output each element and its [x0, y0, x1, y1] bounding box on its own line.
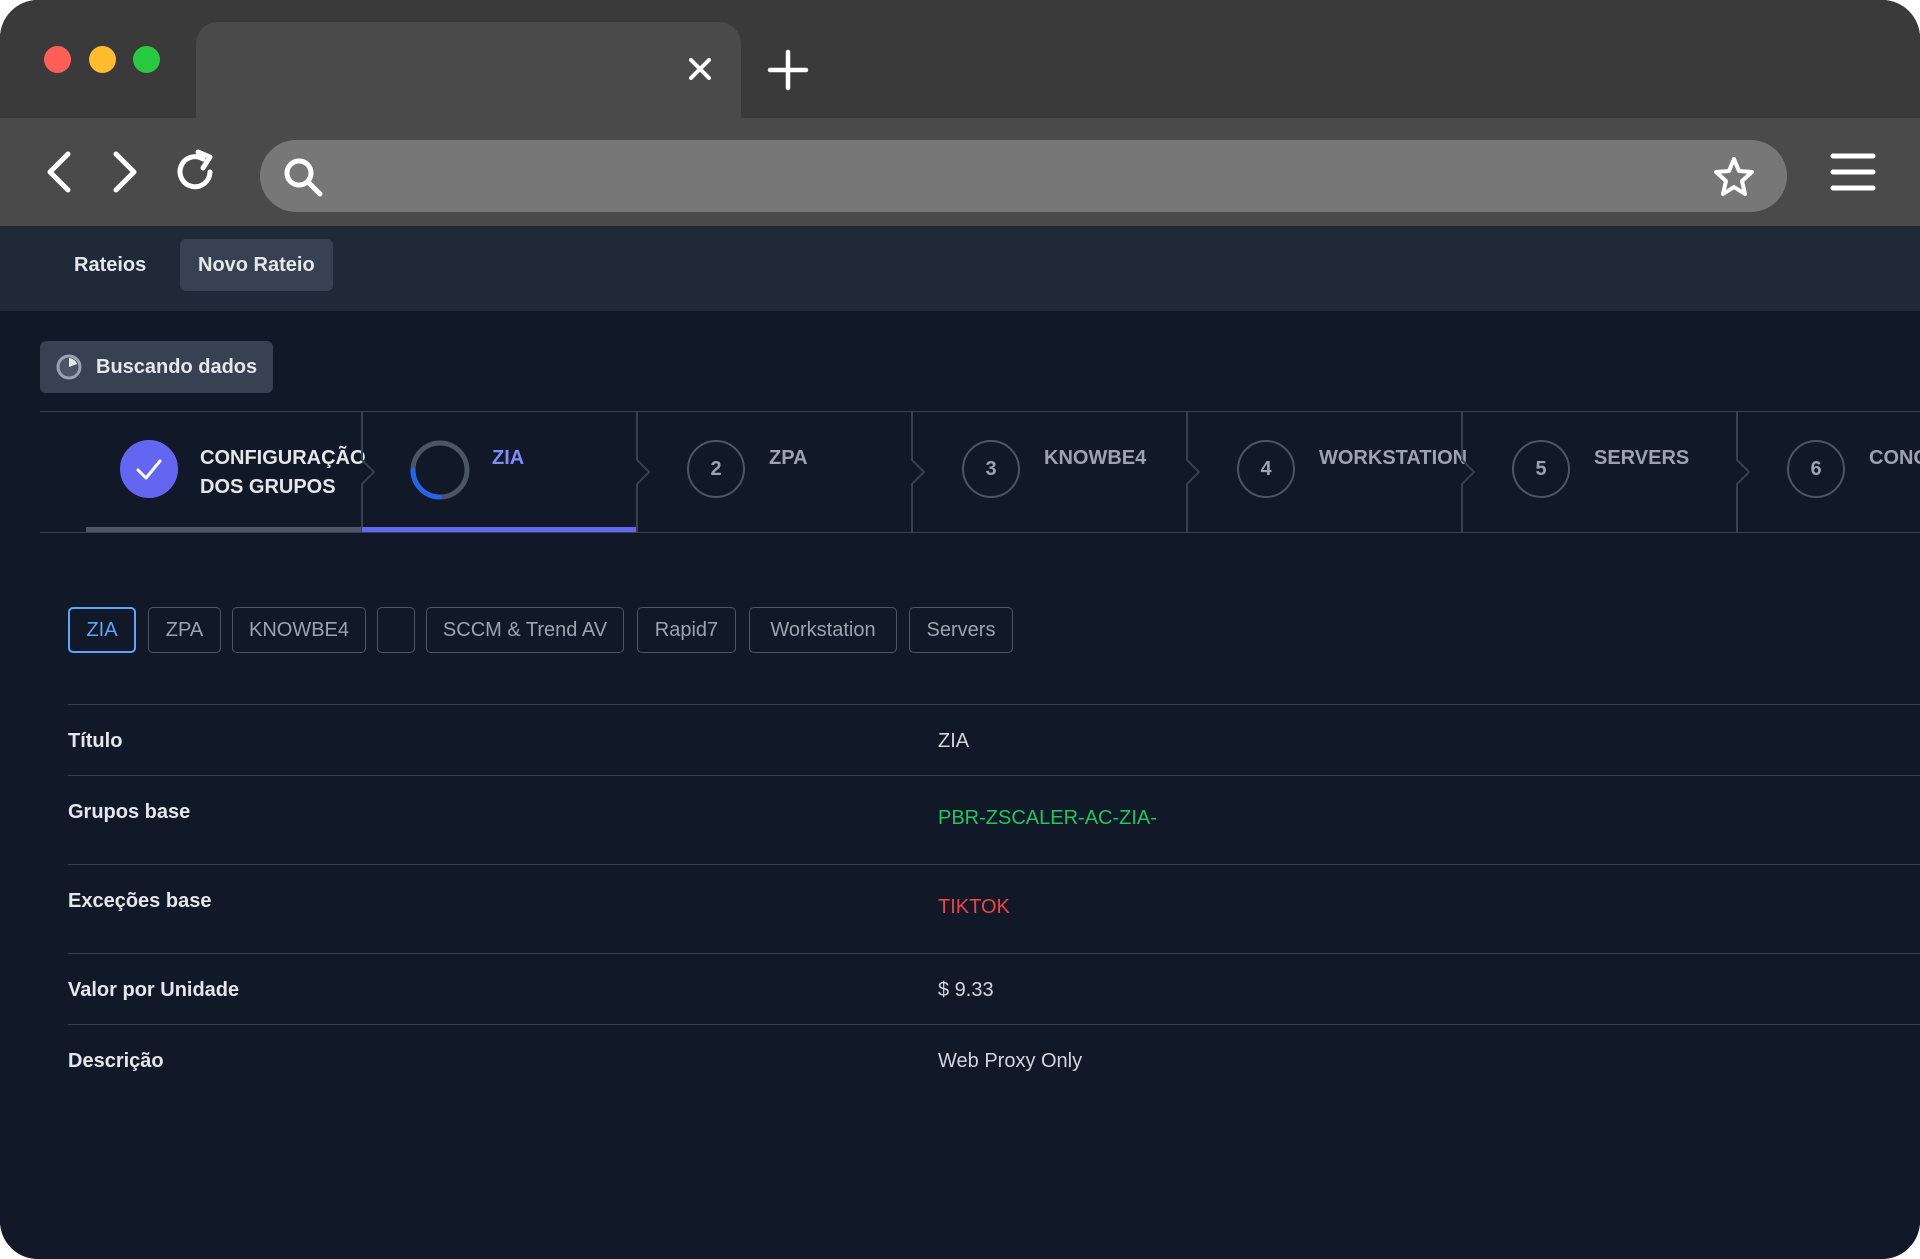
step-check-icon: [120, 440, 178, 498]
subtab-sccm-trend-av[interactable]: SCCM & Trend AV: [426, 607, 624, 653]
step-progress-bar: [362, 527, 637, 532]
minimize-window-button[interactable]: [89, 46, 116, 73]
close-tab-icon[interactable]: [685, 54, 715, 84]
step-zia[interactable]: ZIA: [362, 412, 637, 532]
detail-row-descricao: Descrição Web Proxy Only: [68, 1024, 1920, 1095]
detail-value-tag: PBR-ZSCALER-AC-ZIA-: [938, 807, 1157, 829]
detail-label: Grupos base: [68, 801, 191, 823]
app-navbar: Rateios Novo Rateio: [0, 226, 1920, 311]
nav-rateios[interactable]: Rateios: [56, 239, 164, 291]
step-conclusao[interactable]: 6 CONC: [1737, 412, 1920, 532]
loading-status-label: Buscando dados: [96, 356, 258, 378]
step-zpa[interactable]: 2 ZPA: [637, 412, 912, 532]
step-label: ZPA: [769, 447, 808, 469]
detail-row-valor-por-unidade: Valor por Unidade $ 9.33: [68, 953, 1920, 1024]
detail-row-titulo: Título ZIA: [68, 704, 1920, 775]
wizard-stepper: CONFIGURAÇÃO DOS GRUPOS ZIA 2 ZPA 3 KNOW…: [40, 411, 1920, 533]
step-workstation[interactable]: 4 WORKSTATION: [1187, 412, 1467, 532]
detail-row-excecoes-base: Exceções base TIKTOK: [68, 864, 1920, 953]
detail-label: Exceções base: [68, 890, 212, 912]
subtab-empty[interactable]: [377, 607, 415, 653]
subtab-zpa[interactable]: ZPA: [148, 607, 221, 653]
nav-novo-rateio[interactable]: Novo Rateio: [180, 239, 333, 291]
step-progress-bar: [86, 527, 362, 532]
step-number: 6: [1787, 440, 1845, 498]
step-label: WORKSTATION: [1319, 447, 1468, 469]
browser-window: Rateios Novo Rateio Buscando dados CONFI…: [0, 0, 1920, 1259]
new-tab-icon[interactable]: [766, 48, 810, 92]
step-label: ZIA: [492, 447, 525, 469]
step-spinner-icon: [410, 440, 470, 500]
step-number: 3: [962, 440, 1020, 498]
step-knowbe4[interactable]: 3 KNOWBE4: [912, 412, 1187, 532]
subtab-workstation[interactable]: Workstation: [749, 607, 897, 653]
subtab-zia[interactable]: ZIA: [68, 607, 136, 653]
subtab-servers[interactable]: Servers: [909, 607, 1013, 653]
detail-label: Valor por Unidade: [68, 979, 240, 1001]
step-number: 5: [1512, 440, 1570, 498]
forward-icon[interactable]: [96, 146, 148, 198]
detail-row-grupos-base: Grupos base PBR-ZSCALER-AC-ZIA-: [68, 775, 1920, 864]
browser-tab[interactable]: [196, 22, 741, 118]
reload-icon[interactable]: [170, 146, 222, 198]
main-content: Buscando dados CONFIGURAÇÃO DOS GRUPOS Z…: [0, 311, 1920, 1259]
subtab-rapid7[interactable]: Rapid7: [637, 607, 736, 653]
address-bar[interactable]: [260, 140, 1787, 212]
detail-label: Título: [68, 730, 123, 752]
step-label: KNOWBE4: [1044, 447, 1147, 469]
step-label: CONC: [1869, 447, 1920, 469]
step-number: 2: [687, 440, 745, 498]
step-label: CONFIGURAÇÃO DOS GRUPOS: [200, 447, 366, 498]
hamburger-menu-icon[interactable]: [1830, 146, 1876, 198]
step-label: SERVERS: [1594, 447, 1690, 469]
loading-spinner-icon: [56, 354, 82, 380]
detail-value-tag: TIKTOK: [938, 896, 1010, 918]
detail-label: Descrição: [68, 1050, 164, 1072]
step-servers[interactable]: 5 SERVERS: [1462, 412, 1737, 532]
browser-tabbar: [0, 0, 1920, 118]
maximize-window-button[interactable]: [133, 46, 160, 73]
detail-value: Web Proxy Only: [938, 1050, 1083, 1072]
step-number: 4: [1237, 440, 1295, 498]
bookmark-star-icon[interactable]: [1711, 154, 1757, 200]
step-configuracao[interactable]: CONFIGURAÇÃO DOS GRUPOS: [86, 412, 366, 532]
detail-value: $ 9.33: [938, 979, 994, 1001]
browser-toolbar: [0, 118, 1920, 226]
subtab-knowbe4[interactable]: KNOWBE4: [232, 607, 366, 653]
loading-status-badge: Buscando dados: [40, 341, 274, 393]
detail-value: ZIA: [938, 730, 970, 752]
search-icon: [284, 158, 323, 197]
close-window-button[interactable]: [44, 46, 71, 73]
back-icon[interactable]: [36, 146, 88, 198]
